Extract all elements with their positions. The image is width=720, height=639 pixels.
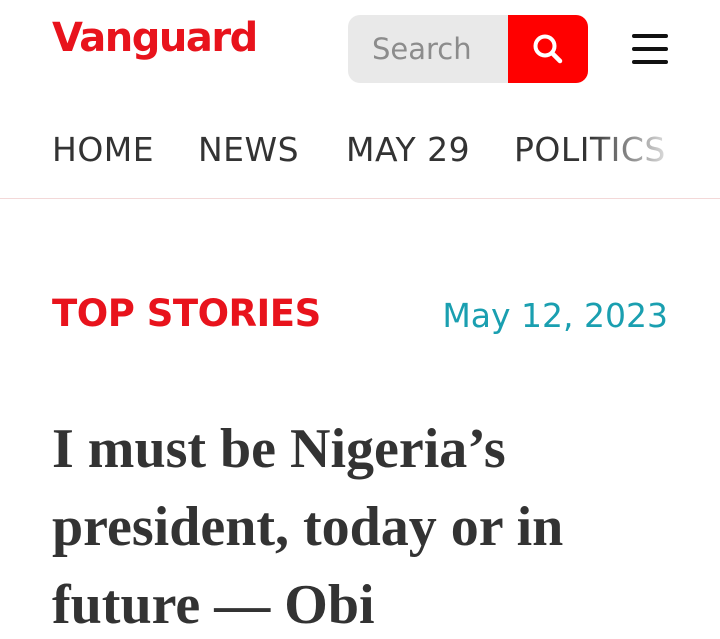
nav-item-news[interactable]: NEWS xyxy=(198,130,299,170)
search-input[interactable] xyxy=(348,15,508,83)
hamburger-menu-icon xyxy=(632,34,668,38)
article-headline: I must be Nigeria’s president, today or … xyxy=(52,418,564,636)
nav-item-may-29[interactable]: MAY 29 xyxy=(346,130,470,170)
search-button[interactable] xyxy=(508,15,588,83)
site-header: Vanguard xyxy=(0,0,720,100)
article-date: May 12, 2023 xyxy=(442,296,668,335)
menu-button[interactable] xyxy=(626,30,674,68)
search-bar xyxy=(348,15,588,83)
hamburger-menu-icon xyxy=(632,60,668,64)
nav-item-politics[interactable]: POLITICS xyxy=(514,130,666,170)
search-icon xyxy=(533,34,563,64)
vanguard-logo[interactable]: Vanguard xyxy=(52,18,258,58)
main-nav: HOME NEWS MAY 29 POLITICS xyxy=(0,100,720,199)
hamburger-menu-icon xyxy=(632,47,668,51)
nav-item-home[interactable]: HOME xyxy=(52,130,154,170)
section-label-top-stories[interactable]: TOP STORIES xyxy=(52,292,321,336)
